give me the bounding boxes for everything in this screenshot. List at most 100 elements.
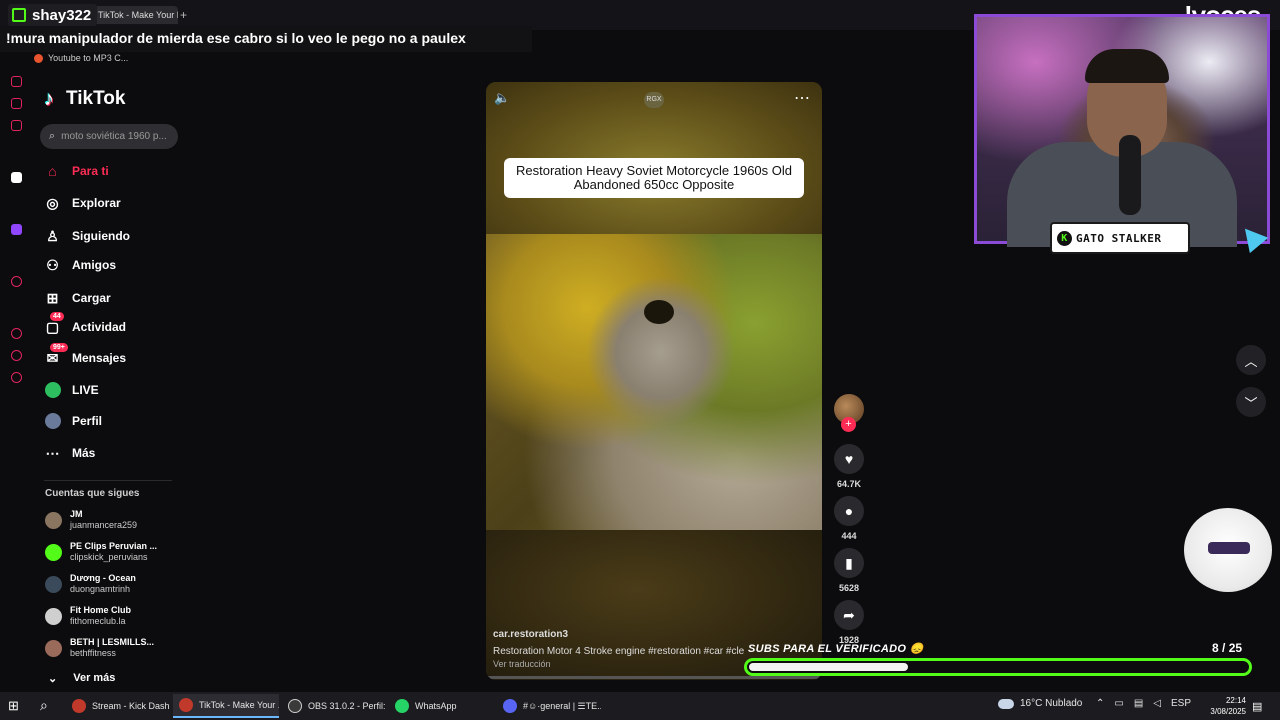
nav-amigos[interactable]: ⚇ Amigos [44,254,116,276]
volume-icon[interactable]: ◁ [1153,698,1161,709]
account-name: PE Clips Peruvian ... [70,541,158,551]
battery-icon[interactable]: ▭ [1114,698,1123,709]
search-icon[interactable]: ⌕ [40,697,48,714]
network-icon[interactable]: ▤ [1134,698,1143,709]
follow-plus-icon[interactable]: + [841,417,856,432]
taskbar-app-whatsapp[interactable]: WhatsApp [389,694,493,718]
share-button[interactable]: ➦ [834,600,864,630]
nav-perfil[interactable]: Perfil [44,410,102,432]
following-account[interactable]: Fit Home Club fithomeclub.la [45,602,131,630]
comment-button[interactable]: ● [834,496,864,526]
bookmark-youtube-mp3[interactable]: Youtube to MP3 C... [34,53,128,63]
compass-icon: ◎ [46,194,59,211]
user-follow-icon: ♙ [46,227,59,244]
account-handle: clipskick_peruvians [70,552,148,562]
bookmark-favicon-icon [34,53,43,63]
previous-video-button[interactable]: ︿ [1236,345,1266,375]
weather-text: 16°C Nublado [1020,698,1083,709]
account-handle: bethffitness [70,648,116,658]
see-more-button[interactable]: ⌄ Ver más [48,672,115,685]
nav-mensajes[interactable]: ✉ 99+ Mensajes [44,342,127,369]
activity-badge: 44 [50,311,64,321]
activity-icon: ▢ 44 [44,311,64,336]
translate-link[interactable]: Ver traducción [493,659,551,669]
system-clock[interactable]: 22:14 3/08/2025 [1196,695,1246,717]
nav-cargar[interactable]: ⊞ Cargar [44,287,111,309]
share-icon: ➦ [843,606,855,623]
avatar [45,543,62,561]
video-author[interactable]: car.restoration3 [493,629,568,640]
system-tray[interactable]: ⌃ ▭ ▤ ◁ ESP [1096,698,1191,709]
taskbar-app-obs[interactable]: OBS 31.0.2 - Perfil: ... [282,694,386,718]
sidebar-app-icon[interactable] [11,328,22,339]
nav-label: Perfil [72,414,103,428]
bookmark-icon: ▮ [845,554,853,571]
search-input[interactable]: ⌕ moto soviética 1960 p... [40,124,178,149]
like-count: 64.7K [836,479,862,489]
tiktok-logo[interactable]: ♪ TikTok [44,88,125,110]
heart-icon: ♥ [844,451,854,467]
like-button[interactable]: ♥ [834,444,864,474]
settings-icon[interactable] [11,372,22,383]
nav-para-ti[interactable]: ⌂ Para ti [44,160,108,182]
twitch-icon[interactable] [11,224,22,235]
video-description: Restoration Motor 4 Stroke engine #resto… [493,646,745,657]
new-tab-button[interactable]: + [180,8,187,22]
nav-label: Mensajes [72,351,127,365]
notifications-icon[interactable]: ▤ [1252,700,1262,713]
nav-label: Cargar [72,291,111,305]
sidebar-app-icon[interactable] [11,350,22,361]
following-title: Cuentas que sigues [45,488,140,499]
sidebar-app-icon[interactable] [11,98,22,109]
weather-widget[interactable]: 16°C Nublado [998,698,1082,709]
avatar [45,639,62,657]
following-account[interactable]: PE Clips Peruvian ... clipskick_peruvians [45,538,157,566]
live-icon [44,382,61,399]
friends-icon: ⚇ [46,256,59,273]
chat-username: shay322 [32,6,92,24]
save-button[interactable]: ▮ [834,548,864,578]
video-caption-overlay: Restoration Heavy Soviet Motorcycle 1960… [504,158,804,198]
app-icon [179,698,193,712]
taskbar-app-discord[interactable]: #☺·general | ☰TE... [497,694,601,718]
account-name: Fit Home Club [70,605,131,615]
account-handle: juanmancera259 [70,520,138,530]
app-icon [395,699,409,713]
messages-icon: ✉ 99+ [44,342,68,367]
sidebar-app-icon[interactable] [11,120,22,131]
nav-mas[interactable]: ⋯ Más [44,442,96,464]
account-name: BETH | LESMILLS... [70,637,155,647]
nav-live[interactable]: LIVE [44,379,99,401]
chevron-up-icon[interactable]: ⌃ [1096,698,1104,709]
nav-siguiendo[interactable]: ♙ Siguiendo [44,225,130,247]
taskbar-app-tiktok[interactable]: TikTok - Make Your ... [173,694,279,718]
account-name: Dương - Ocean [70,573,136,583]
streamer-name-tag: K GATO STALKER [1050,222,1190,254]
following-account[interactable]: JM juanmancera259 [45,506,137,534]
taskbar-app-label: TikTok - Make Your ... [199,700,279,710]
avatar [45,575,62,593]
goal-target: / 25 [1222,641,1243,655]
sidebar-app-icon[interactable] [11,76,22,87]
taskbar-app-stream[interactable]: Stream - Kick Dash... [66,694,170,718]
app-icon [503,699,517,713]
video-progress-bar[interactable] [486,676,822,679]
nav-actividad[interactable]: ▢ 44 Actividad [44,311,126,338]
mascot-sheep-icon [1184,508,1272,592]
more-options-icon[interactable]: ⋯ [794,88,811,108]
sidebar-app-icon[interactable] [11,172,22,183]
language-indicator[interactable]: ESP [1171,698,1191,709]
following-account[interactable]: BETH | LESMILLS... bethffitness [45,634,154,662]
volume-icon[interactable]: 🔈 [494,90,510,106]
video-player[interactable]: 🔈 RGX ⋯ Restoration Heavy Soviet Motorcy… [486,82,822,680]
nav-explorar[interactable]: ◎ Explorar [44,192,120,214]
app-icon [288,699,302,713]
windows-start-icon[interactable]: ⊞ [8,698,19,714]
sidebar-app-icon[interactable] [11,276,22,287]
bookmark-label: Youtube to MP3 C... [48,53,129,63]
next-video-button[interactable]: ﹀ [1236,387,1266,417]
following-account[interactable]: Dương - Ocean duongnamtrinh [45,570,136,598]
avatar [45,607,62,625]
chat-overlay-user: shay322 [8,4,98,26]
browser-tab-tiktok[interactable]: TikTok - Make Your Day [94,6,178,24]
